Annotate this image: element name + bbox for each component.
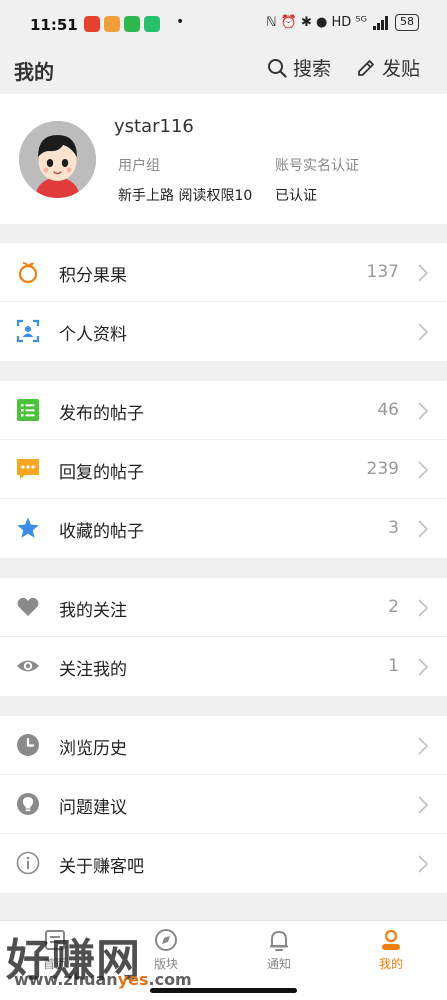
search-icon [268, 58, 287, 78]
chevron-right-icon [418, 402, 429, 420]
notification-app-icon [124, 16, 140, 32]
menu-item-my-posts[interactable]: 发布的帖子 46 [0, 381, 447, 440]
profile-card-icon [16, 319, 40, 343]
chevron-right-icon [418, 264, 429, 282]
menu-item-history[interactable]: 浏览历史 [0, 716, 447, 775]
chevron-right-icon [418, 737, 429, 755]
profile-card[interactable]: ystar116 用户组 账号实名认证 新手上路 阅读权限10 已认证 [0, 94, 447, 224]
clock-icon [17, 734, 39, 756]
status-indicators: ℕ ⏰ ✱ ● HD ⁵ᴳ 58 [266, 14, 419, 31]
menu-item-feedback[interactable]: 问题建议 [0, 775, 447, 834]
chevron-right-icon [418, 461, 429, 479]
menu-group-posts: 发布的帖子 46 回复的帖子 239 收藏的帖子 3 [0, 381, 447, 558]
search-button[interactable]: 搜索 [267, 54, 331, 81]
user-group-label: 用户组 [118, 158, 160, 174]
watermark-url: www.zhuanyes.com [14, 970, 192, 989]
chevron-right-icon [418, 796, 429, 814]
menu-item-label: 个人资料 [59, 325, 127, 345]
menu-item-label: 发布的帖子 [59, 404, 144, 424]
menu-item-label: 浏览历史 [59, 739, 127, 759]
battery-indicator: 58 [395, 14, 419, 31]
compass-icon [155, 929, 177, 951]
user-group-value: 新手上路 阅读权限10 [118, 188, 253, 204]
search-button-label: 搜索 [293, 58, 332, 80]
menu-item-about[interactable]: 关于赚客吧 [0, 834, 447, 893]
post-button-label: 发贴 [382, 58, 421, 80]
watermark-url-highlight: yes [117, 970, 149, 989]
notification-app-icon [104, 16, 120, 32]
menu-item-count: 2 [388, 597, 399, 617]
watermark-url-suffix: .com [148, 970, 192, 989]
menu-group-follow: 我的关注 2 关注我的 1 [0, 578, 447, 696]
lightbulb-icon [17, 793, 39, 815]
status-bar: 11:51 • ℕ ⏰ ✱ ● HD ⁵ᴳ 58 [0, 0, 447, 44]
info-icon [16, 851, 40, 875]
menu-item-replies[interactable]: 回复的帖子 239 [0, 440, 447, 499]
menu-item-count: 239 [366, 459, 399, 479]
menu-item-profile[interactable]: 个人资料 [0, 302, 447, 361]
menu-item-count: 46 [377, 400, 399, 420]
status-more-dot: • [176, 14, 185, 30]
app-header: 我的 搜索 发贴 [0, 44, 447, 94]
menu-item-label: 我的关注 [59, 601, 127, 621]
status-time: 11:51 [30, 16, 78, 34]
menu-item-label: 回复的帖子 [59, 463, 144, 483]
chevron-right-icon [418, 855, 429, 873]
status-indicator-icons: ℕ ⏰ ✱ ● HD ⁵ᴳ [266, 15, 367, 30]
username: ystar116 [114, 116, 194, 137]
chevron-right-icon [418, 323, 429, 341]
notification-app-icon [84, 16, 100, 32]
chevron-right-icon [418, 658, 429, 676]
menu-item-count: 137 [366, 262, 399, 282]
star-icon [17, 517, 39, 538]
real-name-auth-value: 已认证 [275, 188, 317, 204]
avatar[interactable] [19, 121, 96, 198]
bell-icon [270, 931, 288, 951]
menu-item-count: 3 [388, 518, 399, 538]
tab-label: 我的 [378, 957, 403, 971]
tab-discover[interactable]: 版块 [136, 927, 196, 972]
menu-group-account: 积分果果 137 个人资料 [0, 243, 447, 361]
menu-item-label: 问题建议 [59, 798, 127, 818]
chevron-right-icon [418, 599, 429, 617]
menu-item-label: 关于赚客吧 [59, 857, 144, 877]
edit-icon [358, 59, 374, 76]
tab-notice[interactable]: 通知 [249, 927, 309, 972]
signal-icon [373, 15, 388, 30]
menu-item-points[interactable]: 积分果果 137 [0, 243, 447, 302]
eye-icon [17, 660, 39, 672]
heart-icon [17, 597, 39, 616]
list-icon [17, 399, 39, 421]
menu-group-misc: 浏览历史 问题建议 关于赚客吧 [0, 716, 447, 893]
tab-label: 通知 [266, 957, 291, 971]
real-name-auth-label: 账号实名认证 [275, 158, 359, 174]
orange-fruit-icon [18, 262, 38, 284]
home-indicator[interactable] [150, 988, 297, 993]
watermark-url-prefix: www.zhuan [14, 970, 118, 989]
menu-item-label: 收藏的帖子 [59, 522, 144, 542]
user-icon [382, 929, 400, 950]
menu-item-label: 积分果果 [59, 266, 127, 286]
menu-item-followers[interactable]: 关注我的 1 [0, 637, 447, 696]
menu-item-label: 关注我的 [59, 660, 127, 680]
chat-bubble-icon [17, 459, 39, 479]
status-app-icons [84, 16, 160, 32]
menu-item-count: 1 [388, 656, 399, 676]
menu-item-favorites[interactable]: 收藏的帖子 3 [0, 499, 447, 558]
tab-mine[interactable]: 我的 [361, 927, 421, 972]
post-button[interactable]: 发贴 [356, 54, 420, 81]
chevron-right-icon [418, 520, 429, 538]
page-title: 我的 [14, 60, 54, 84]
avatar-cartoon-image [19, 121, 96, 198]
menu-item-following[interactable]: 我的关注 2 [0, 578, 447, 637]
notification-app-icon [144, 16, 160, 32]
